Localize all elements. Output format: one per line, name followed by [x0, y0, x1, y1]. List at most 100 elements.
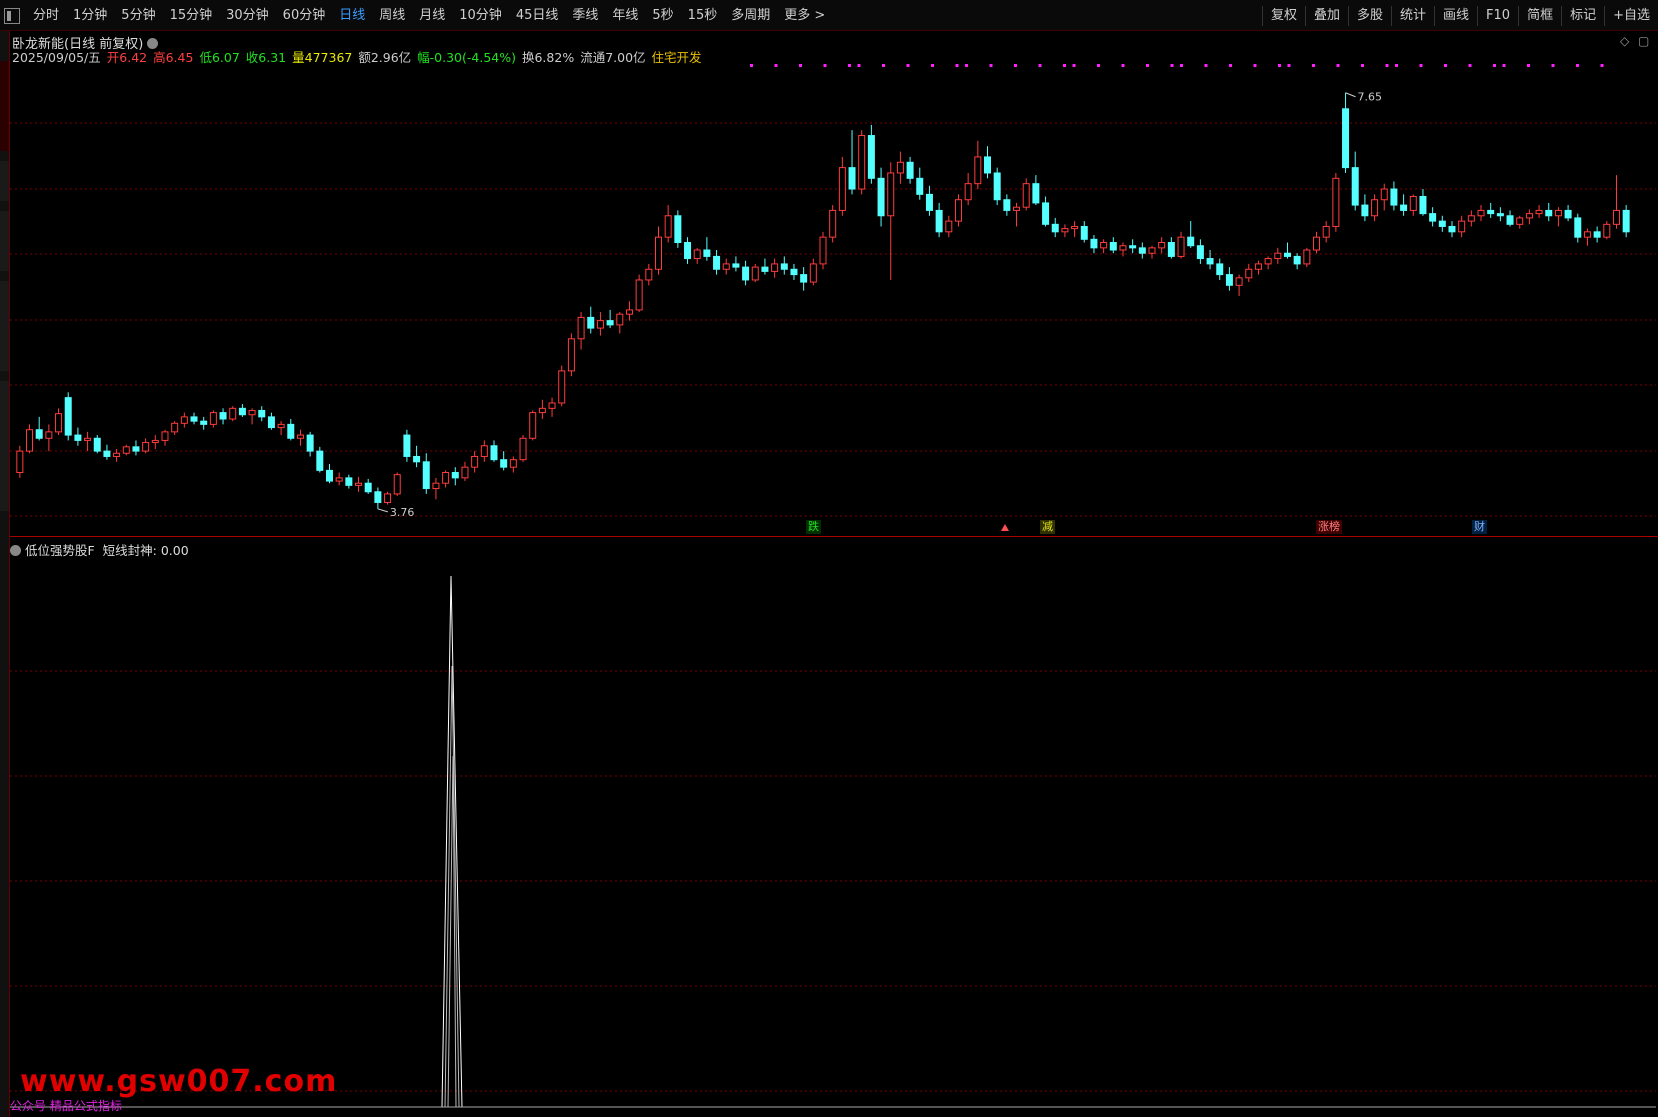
period-tab[interactable]: 5秒 [645, 6, 680, 26]
candle-body [229, 407, 237, 420]
candle-body [829, 209, 837, 238]
period-tab[interactable]: 更多 > [777, 6, 832, 26]
event-tag[interactable]: 跌 [806, 520, 821, 534]
candle [1167, 237, 1175, 259]
sidebar-tab[interactable] [0, 381, 9, 511]
candle [1477, 205, 1485, 222]
event-tag[interactable]: 减 [1040, 520, 1055, 534]
candle [703, 237, 711, 261]
period-tab[interactable]: 60分钟 [276, 6, 333, 26]
candle [1361, 194, 1369, 222]
candle-body [906, 161, 914, 179]
toolbar-button[interactable]: 多股 [1347, 6, 1391, 26]
candle [1516, 215, 1524, 229]
candlestick-chart[interactable]: 7.65 3.76 [10, 58, 1656, 536]
candle-body [1235, 277, 1243, 286]
candle [1467, 210, 1475, 227]
sidebar-tab[interactable] [0, 281, 9, 371]
indicator-chart[interactable] [10, 556, 1656, 1113]
candle [1254, 260, 1262, 275]
toolbar-button[interactable]: 叠加 [1304, 6, 1348, 26]
candle-body [1109, 242, 1117, 251]
candle [1371, 194, 1379, 222]
candle [1216, 258, 1224, 280]
candle [1593, 226, 1601, 243]
signal-dot [906, 64, 910, 67]
candle-body [984, 156, 992, 174]
period-tab[interactable]: 月线 [412, 6, 452, 26]
toolbar-button[interactable]: 简框 [1518, 6, 1561, 26]
candle [296, 429, 304, 446]
period-tab[interactable]: 1分钟 [66, 6, 114, 26]
toolbar-button[interactable]: 统计 [1391, 6, 1434, 26]
candle-body [132, 446, 140, 452]
candle [916, 167, 924, 200]
candle [548, 397, 556, 417]
left-sidebar[interactable] [0, 31, 10, 1117]
candle-body [1032, 183, 1040, 204]
candle-body [1003, 199, 1011, 211]
candle-body [654, 236, 662, 270]
candle [1061, 224, 1069, 238]
candle [1496, 207, 1504, 222]
candle-body [74, 434, 82, 441]
event-tag[interactable]: 涨榜 [1316, 520, 1342, 534]
signal-dot [1063, 64, 1066, 67]
period-tab[interactable]: 15秒 [681, 6, 725, 26]
candle [906, 156, 914, 184]
toolbar-button[interactable]: 画线 [1434, 6, 1477, 26]
sidebar-tab[interactable] [0, 61, 9, 151]
candle-body [587, 316, 595, 329]
panel-divider[interactable] [10, 536, 1658, 537]
candle-body [548, 402, 556, 409]
candle-body [258, 409, 266, 418]
candle-body [993, 172, 1001, 201]
candle-body [238, 407, 246, 416]
period-tab[interactable]: 周线 [372, 6, 412, 26]
sidebar-tab[interactable] [0, 211, 9, 271]
period-tab[interactable]: 45日线 [509, 6, 566, 26]
candle [606, 309, 614, 329]
candle-body [190, 416, 198, 422]
candle-body [1583, 231, 1591, 238]
candle-body [684, 242, 692, 260]
candle-body [935, 209, 943, 233]
period-tab[interactable]: 年线 [605, 6, 645, 26]
candle [1177, 231, 1185, 259]
period-tab[interactable]: 分时 [26, 6, 66, 26]
candle-body [616, 313, 624, 326]
candle [1342, 92, 1350, 173]
toolbar-button[interactable]: 标记 [1561, 6, 1604, 26]
period-tab[interactable]: 多周期 [724, 6, 777, 26]
candle-body [664, 215, 672, 238]
signal-dot [1468, 64, 1472, 67]
candle-body [1022, 183, 1030, 208]
chevron-down-icon[interactable] [10, 545, 21, 556]
signal-dot [750, 64, 753, 67]
toolbar-button[interactable]: +自选 [1604, 6, 1658, 26]
event-tag[interactable]: 财 [1472, 520, 1487, 534]
candle [1322, 221, 1330, 243]
period-tab[interactable]: 5分钟 [114, 6, 162, 26]
signal-dot [1121, 64, 1125, 67]
event-arrow-icon[interactable] [1001, 524, 1009, 531]
period-tab[interactable]: 日线 [332, 6, 372, 26]
period-tab[interactable]: 30分钟 [219, 6, 276, 26]
candle [1138, 242, 1146, 259]
sidebar-tab[interactable] [0, 161, 9, 201]
toolbar-button[interactable]: F10 [1477, 6, 1518, 26]
period-tab[interactable]: 季线 [565, 6, 605, 26]
sidebar-toggle-icon[interactable] [4, 8, 20, 24]
period-tab[interactable]: 15分钟 [163, 6, 220, 26]
period-tab[interactable]: 10分钟 [452, 6, 509, 26]
panel-maximize-icon[interactable]: ▢ [1638, 34, 1649, 48]
candle [519, 435, 527, 462]
candle-body [1206, 258, 1214, 265]
candle [171, 421, 179, 436]
toolbar-button[interactable]: 复权 [1261, 6, 1305, 26]
signal-dot [1527, 64, 1530, 67]
candle-body [1322, 225, 1330, 238]
panel-minimize-icon[interactable]: ◇ [1620, 34, 1629, 48]
candle-body [355, 482, 363, 486]
candle-body [858, 135, 866, 190]
